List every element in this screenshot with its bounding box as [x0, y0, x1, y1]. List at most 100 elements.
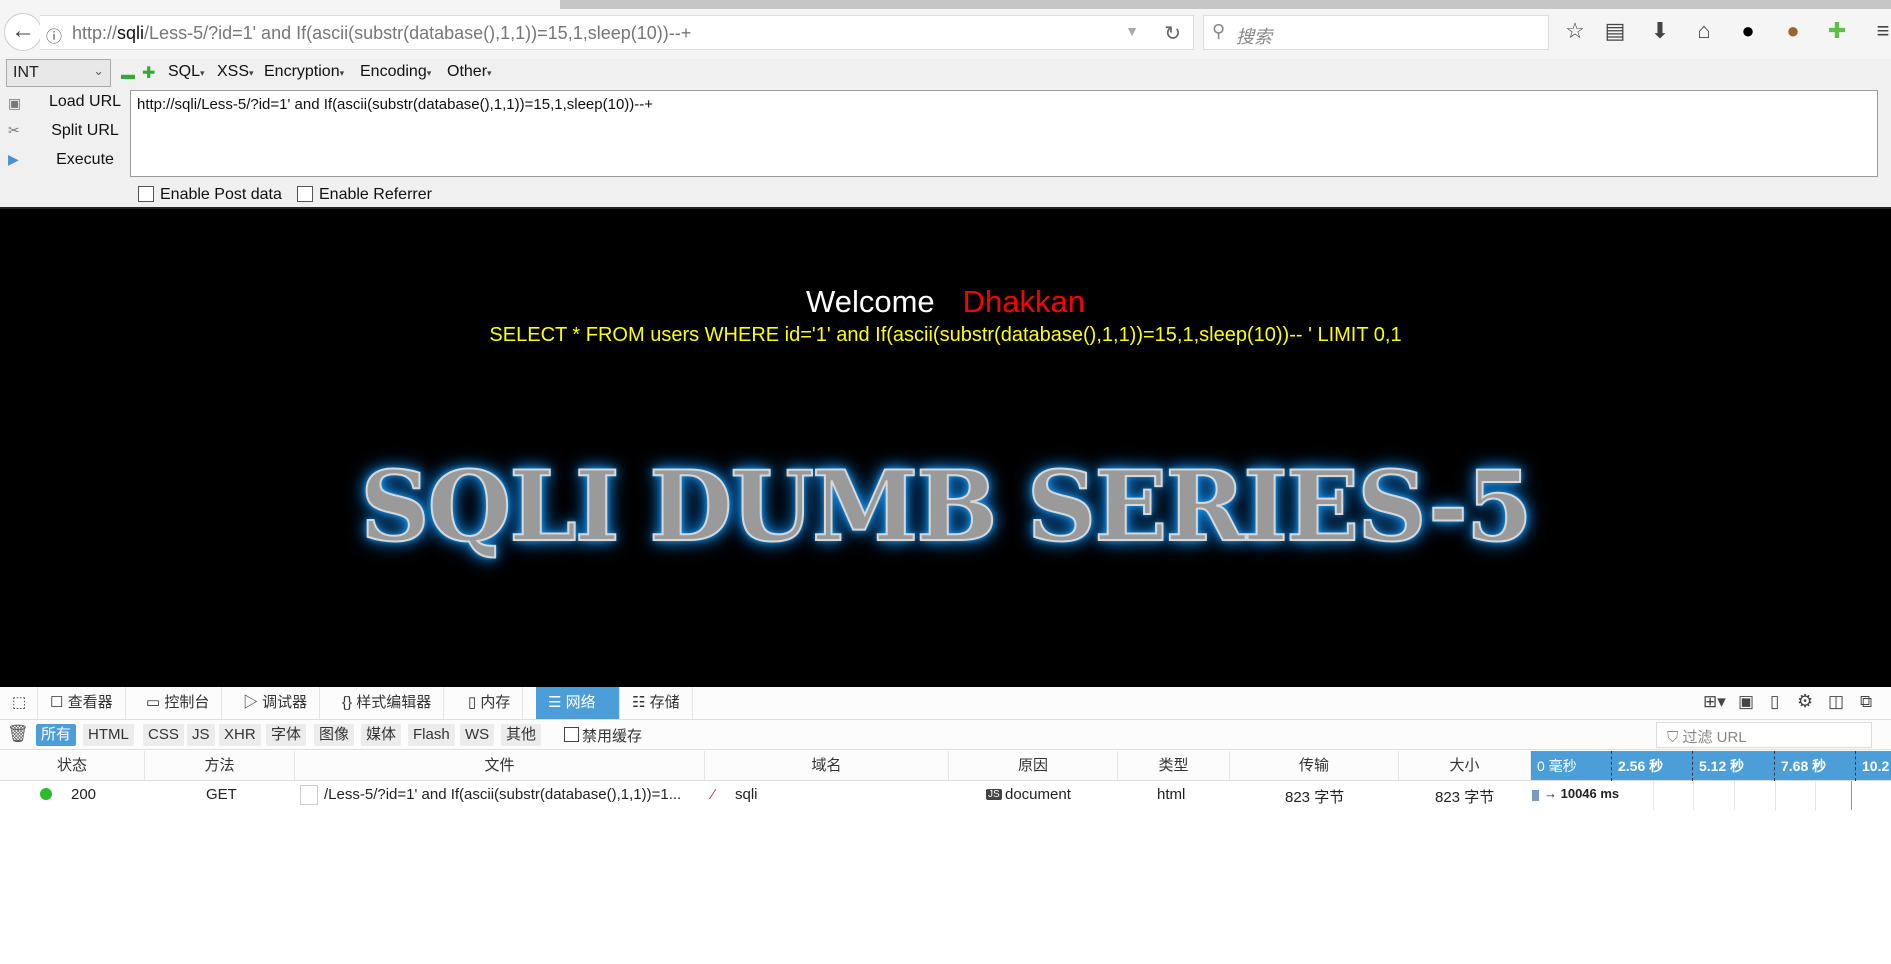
tab-storage[interactable]: ☷ 存储: [620, 687, 693, 719]
plus-icon[interactable]: ✚: [142, 63, 155, 83]
col-file[interactable]: 文件: [295, 751, 705, 780]
menu-icon[interactable]: ≡: [1868, 18, 1891, 44]
tab-network[interactable]: ☰ 网络: [536, 687, 620, 719]
url-text: http://sqli/Less-5/?id=1' and If(ascii(s…: [72, 23, 691, 44]
gear-icon[interactable]: ⚙: [1797, 691, 1813, 712]
filter-js[interactable]: JS: [187, 724, 215, 746]
menu-encryption[interactable]: Encryption▾: [264, 63, 344, 81]
col-size[interactable]: 大小: [1399, 751, 1531, 780]
menu-xss[interactable]: XSS▾: [217, 63, 254, 81]
url-path: /Less-5/?id=1' and If(ascii(substr(datab…: [144, 23, 692, 43]
menu-sql[interactable]: SQL▾: [168, 63, 205, 81]
info-icon[interactable]: ⓘ: [46, 23, 62, 47]
scissors-icon: ✂: [8, 122, 20, 138]
reading-list-icon[interactable]: ▤: [1600, 18, 1630, 44]
grid-line: [1653, 781, 1654, 810]
row-type: html: [1157, 786, 1186, 803]
split-url-button[interactable]: Split URL: [40, 122, 130, 140]
type-select[interactable]: INT ⌄: [6, 59, 111, 87]
row-timing: → 10046 ms: [1544, 786, 1620, 801]
col-timeline[interactable]: 0 毫秒 2.56 秒 5.12 秒 7.68 秒 10.2: [1531, 751, 1891, 781]
status-ok-icon: [40, 788, 52, 800]
disable-cache-checkbox[interactable]: [564, 727, 579, 742]
menu-other[interactable]: Other▾: [447, 63, 492, 81]
minus-icon[interactable]: ▬: [121, 66, 135, 82]
download-icon[interactable]: ⬇: [1645, 18, 1675, 44]
col-type[interactable]: 类型: [1118, 751, 1230, 780]
enable-post-label: Enable Post data: [160, 186, 282, 203]
filter-css[interactable]: CSS: [143, 724, 184, 746]
star-icon[interactable]: ☆: [1560, 18, 1590, 44]
timeline-tick: 5.12 秒: [1692, 751, 1744, 781]
tab-console[interactable]: ▭ 控制台: [134, 687, 223, 719]
url-host: sqli: [117, 23, 145, 43]
insecure-icon: ⁄: [712, 786, 715, 803]
url-prefix: http://: [72, 23, 118, 43]
home-icon[interactable]: ⌂: [1689, 18, 1719, 44]
split-console-icon[interactable]: ▣: [1738, 692, 1754, 712]
trash-icon[interactable]: 🗑: [7, 724, 29, 744]
menu-encoding[interactable]: Encoding▾: [360, 63, 431, 81]
timeline-tick: 0 毫秒: [1537, 758, 1577, 774]
filter-ws[interactable]: WS: [460, 724, 495, 746]
enable-post-checkbox[interactable]: [138, 186, 154, 202]
back-arrow-icon[interactable]: ←: [4, 13, 42, 51]
col-method[interactable]: 方法: [145, 751, 295, 780]
url-textarea[interactable]: http://sqli/Less-5/?id=1' and If(ascii(s…: [130, 90, 1878, 177]
puzzle-icon[interactable]: ✚: [1822, 18, 1852, 44]
execute-button[interactable]: Execute: [40, 151, 130, 169]
enable-referrer-checkbox[interactable]: [297, 186, 313, 202]
row-transferred: 823 字节: [1285, 789, 1345, 806]
row-cause: document: [1005, 786, 1071, 803]
active-tab[interactable]: [0, 0, 560, 9]
filter-bar: 🗑 所有 HTML CSS JS XHR 字体 图像 媒体 Flash WS 其…: [0, 720, 1891, 750]
thumbnail-icon: [300, 785, 318, 805]
table-row[interactable]: 200 GET /Less-5/?id=1' and If(ascii(subs…: [0, 781, 1891, 810]
cookie-icon[interactable]: ●: [1778, 18, 1808, 44]
grid-line: [1815, 781, 1816, 810]
undock-icon[interactable]: ⧉: [1860, 692, 1872, 712]
col-transferred[interactable]: 传输: [1230, 751, 1399, 780]
filter-fonts[interactable]: 字体: [266, 724, 307, 746]
col-domain[interactable]: 域名: [705, 751, 949, 780]
filter-flash[interactable]: Flash: [408, 724, 455, 746]
search-icon: ⚲: [1212, 21, 1226, 41]
tab-style-editor[interactable]: {} 样式编辑器: [330, 687, 445, 719]
dropdown-icon[interactable]: ▼: [1125, 23, 1139, 39]
col-status[interactable]: 状态: [0, 751, 145, 780]
tab-memory[interactable]: ▯ 内存: [456, 687, 524, 719]
search-placeholder: 搜索: [1236, 27, 1272, 47]
welcome-text: Welcome: [806, 284, 935, 319]
layout-icon[interactable]: ⊞▾: [1703, 692, 1726, 712]
row-file: /Less-5/?id=1' and If(ascii(substr(datab…: [324, 786, 682, 803]
tab-strip: [0, 0, 1891, 9]
play-icon: ▶: [8, 151, 19, 167]
tab-inspector[interactable]: ☐ 查看器: [38, 687, 126, 719]
chevron-down-icon: ⌄: [93, 63, 104, 78]
timeline-tick: 10.2: [1855, 751, 1889, 781]
filter-html[interactable]: HTML: [83, 724, 134, 746]
request-table-header: 状态 方法 文件 域名 原因 类型 传输 大小 0 毫秒 2.56 秒 5.12…: [0, 751, 1891, 781]
filter-url-input[interactable]: ⛉ 过滤 URL: [1656, 722, 1872, 748]
timeline-tick: 2.56 秒: [1611, 751, 1663, 781]
reload-icon[interactable]: ↻: [1164, 21, 1181, 46]
load-url-button[interactable]: Load URL: [40, 93, 130, 111]
dock-side-icon[interactable]: ◫: [1828, 692, 1844, 712]
col-cause[interactable]: 原因: [949, 751, 1118, 780]
load-url-icon: ▣: [8, 95, 22, 111]
row-status: 200: [71, 786, 97, 803]
filter-other[interactable]: 其他: [501, 724, 542, 746]
url-bar[interactable]: ⓘ http://sqli/Less-5/?id=1' and If(ascii…: [40, 15, 1194, 50]
timeline-tick: 7.68 秒: [1774, 751, 1826, 781]
circle-icon[interactable]: ●: [1733, 18, 1763, 44]
picker-icon[interactable]: ⬚: [0, 687, 38, 719]
select-value: INT: [13, 64, 39, 81]
tab-debugger[interactable]: ▷ 调试器: [231, 687, 321, 719]
search-input[interactable]: ⚲ 搜索: [1203, 15, 1549, 50]
filter-xhr[interactable]: XHR: [219, 724, 261, 746]
filter-all[interactable]: 所有: [36, 724, 77, 746]
responsive-icon[interactable]: ▯: [1770, 692, 1779, 712]
filter-media[interactable]: 媒体: [361, 724, 402, 746]
grid-line: [1775, 781, 1776, 810]
filter-images[interactable]: 图像: [314, 724, 355, 746]
